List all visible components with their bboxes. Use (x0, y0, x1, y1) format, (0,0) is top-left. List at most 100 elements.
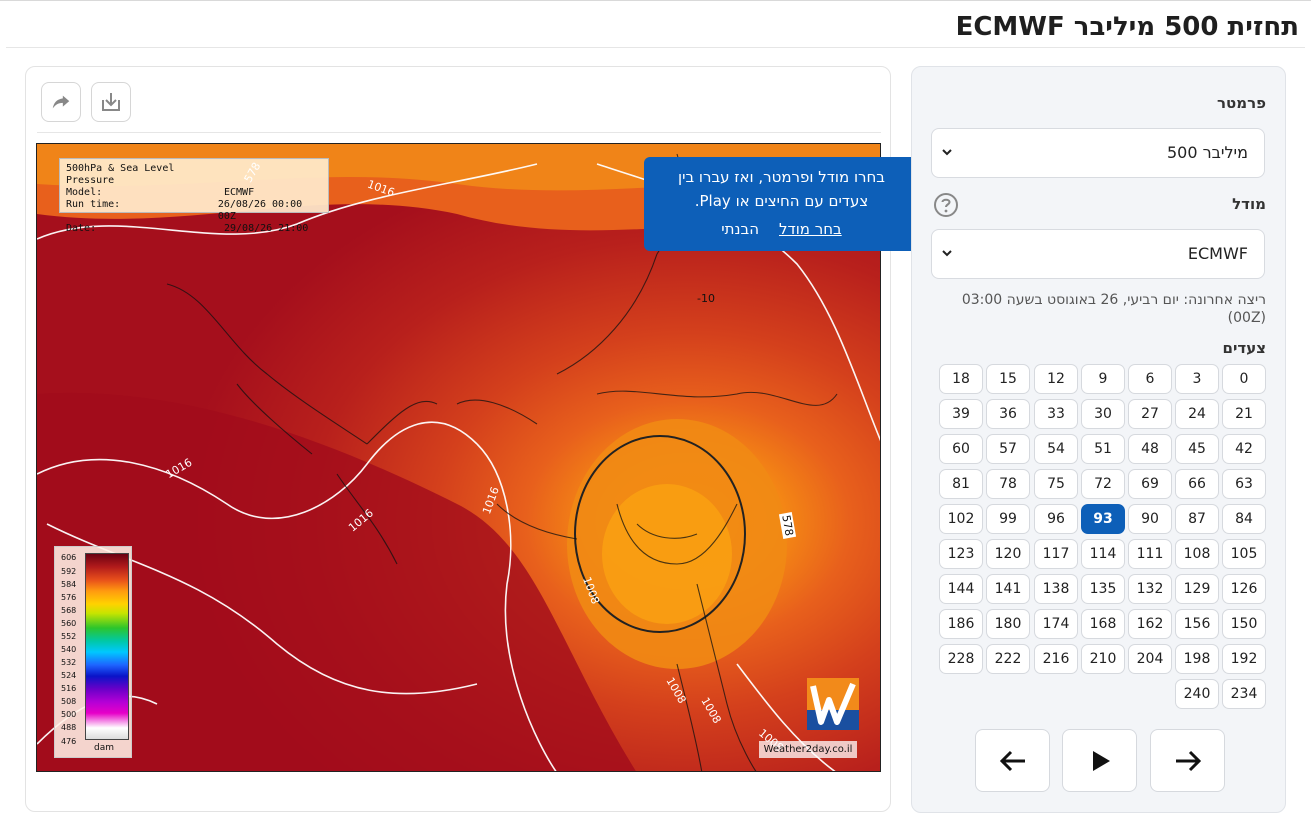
step-button-96[interactable]: 96 (1034, 504, 1078, 534)
share-icon (52, 95, 70, 109)
step-button-138[interactable]: 138 (1034, 574, 1078, 604)
choose-model-link[interactable]: בחר מודל (779, 220, 842, 238)
step-button-198[interactable]: 198 (1175, 644, 1219, 674)
step-button-48[interactable]: 48 (1128, 434, 1172, 464)
step-button-135[interactable]: 135 (1081, 574, 1125, 604)
step-button-204[interactable]: 204 (1128, 644, 1172, 674)
share-button[interactable] (41, 82, 81, 122)
legend-tick: 576 (61, 593, 77, 602)
last-run-info: ריצה אחרונה: יום רביעי, 26 באוגוסט בשעה … (961, 292, 1266, 326)
step-button-66[interactable]: 66 (1175, 469, 1219, 499)
site-logo (807, 678, 859, 730)
step-button-36[interactable]: 36 (986, 399, 1030, 429)
step-button-99[interactable]: 99 (986, 504, 1030, 534)
download-icon (102, 93, 120, 111)
step-button-51[interactable]: 51 (1081, 434, 1125, 464)
step-button-39[interactable]: 39 (939, 399, 983, 429)
steps-label: צעדים (1222, 339, 1266, 357)
legend-tick: 552 (61, 632, 77, 641)
top-divider (0, 0, 1311, 1)
play-button[interactable] (1062, 729, 1137, 792)
legend-tick: 568 (61, 606, 77, 615)
color-legend: 606 592 584 576 568 560 552 540 532 524 516 508 500 4… (54, 546, 132, 758)
prev-step-button[interactable] (975, 729, 1050, 792)
step-button-102[interactable]: 102 (939, 504, 983, 534)
step-button-120[interactable]: 120 (986, 539, 1030, 569)
step-button-72[interactable]: 72 (1081, 469, 1125, 499)
step-button-150[interactable]: 150 (1222, 609, 1266, 639)
info-row-label: Model: (66, 187, 103, 198)
step-button-3[interactable]: 3 (1175, 364, 1219, 394)
step-button-75[interactable]: 75 (1034, 469, 1078, 499)
step-button-234[interactable]: 234 (1222, 679, 1266, 709)
step-button-141[interactable]: 141 (986, 574, 1030, 604)
step-button-210[interactable]: 210 (1081, 644, 1125, 674)
step-button-6[interactable]: 6 (1128, 364, 1172, 394)
step-button-90[interactable]: 90 (1128, 504, 1172, 534)
step-button-93[interactable]: 93 (1081, 504, 1125, 534)
chevron-down-icon (942, 250, 952, 257)
step-button-42[interactable]: 42 (1222, 434, 1266, 464)
step-button-168[interactable]: 168 (1081, 609, 1125, 639)
step-button-45[interactable]: 45 (1175, 434, 1219, 464)
step-button-78[interactable]: 78 (986, 469, 1030, 499)
model-value: ECMWF (1187, 244, 1248, 263)
step-button-33[interactable]: 33 (1034, 399, 1078, 429)
step-button-162[interactable]: 162 (1128, 609, 1172, 639)
step-button-87[interactable]: 87 (1175, 504, 1219, 534)
chevron-down-icon (942, 149, 952, 156)
page-title: תחזית 500 מיליבר ECMWF (955, 12, 1299, 42)
step-button-216[interactable]: 216 (1034, 644, 1078, 674)
step-button-156[interactable]: 156 (1175, 609, 1219, 639)
step-button-228[interactable]: 228 (939, 644, 983, 674)
step-button-174[interactable]: 174 (1034, 609, 1078, 639)
parameter-select[interactable]: 500 מיליבר (931, 128, 1265, 178)
legend-tick: 488 (61, 723, 77, 732)
step-button-69[interactable]: 69 (1128, 469, 1172, 499)
step-button-84[interactable]: 84 (1222, 504, 1266, 534)
step-button-0[interactable]: 0 (1222, 364, 1266, 394)
step-button-15[interactable]: 15 (986, 364, 1030, 394)
step-button-18[interactable]: 18 (939, 364, 983, 394)
step-button-180[interactable]: 180 (986, 609, 1030, 639)
step-button-222[interactable]: 222 (986, 644, 1030, 674)
step-button-21[interactable]: 21 (1222, 399, 1266, 429)
step-button-117[interactable]: 117 (1034, 539, 1078, 569)
step-button-108[interactable]: 108 (1175, 539, 1219, 569)
download-button[interactable] (91, 82, 131, 122)
step-button-123[interactable]: 123 (939, 539, 983, 569)
step-button-9[interactable]: 9 (1081, 364, 1125, 394)
legend-tick: 584 (61, 580, 77, 589)
step-button-105[interactable]: 105 (1222, 539, 1266, 569)
help-button[interactable] (933, 192, 959, 218)
step-button-240[interactable]: 240 (1175, 679, 1219, 709)
step-button-126[interactable]: 126 (1222, 574, 1266, 604)
step-button-81[interactable]: 81 (939, 469, 983, 499)
step-button-144[interactable]: 144 (939, 574, 983, 604)
legend-tick: 592 (61, 567, 77, 576)
step-button-24[interactable]: 24 (1175, 399, 1219, 429)
step-button-54[interactable]: 54 (1034, 434, 1078, 464)
model-label: מודל (1232, 195, 1266, 213)
step-button-129[interactable]: 129 (1175, 574, 1219, 604)
step-button-132[interactable]: 132 (1128, 574, 1172, 604)
next-step-button[interactable] (1150, 729, 1225, 792)
step-button-192[interactable]: 192 (1222, 644, 1266, 674)
step-button-60[interactable]: 60 (939, 434, 983, 464)
model-select[interactable]: ECMWF (931, 229, 1265, 279)
isobar-label: -10 (697, 292, 715, 305)
parameter-value: 500 מיליבר (1166, 143, 1248, 162)
logo-caption: Weather2day.co.il (759, 741, 857, 758)
step-button-111[interactable]: 111 (1128, 539, 1172, 569)
step-button-12[interactable]: 12 (1034, 364, 1078, 394)
step-button-27[interactable]: 27 (1128, 399, 1172, 429)
step-button-30[interactable]: 30 (1081, 399, 1125, 429)
legend-tick: 540 (61, 645, 77, 654)
step-button-186[interactable]: 186 (939, 609, 983, 639)
map-info-box: 500hPa & Sea Level Pressure Model: ECMWF … (59, 158, 329, 234)
step-button-63[interactable]: 63 (1222, 469, 1266, 499)
step-button-114[interactable]: 114 (1081, 539, 1125, 569)
got-it-link[interactable]: הבנתי (721, 220, 759, 238)
step-button-57[interactable]: 57 (986, 434, 1030, 464)
onboarding-tooltip: בחרו מודל ופרמטר, ואז עברו בין צעדים עם … (644, 157, 928, 251)
